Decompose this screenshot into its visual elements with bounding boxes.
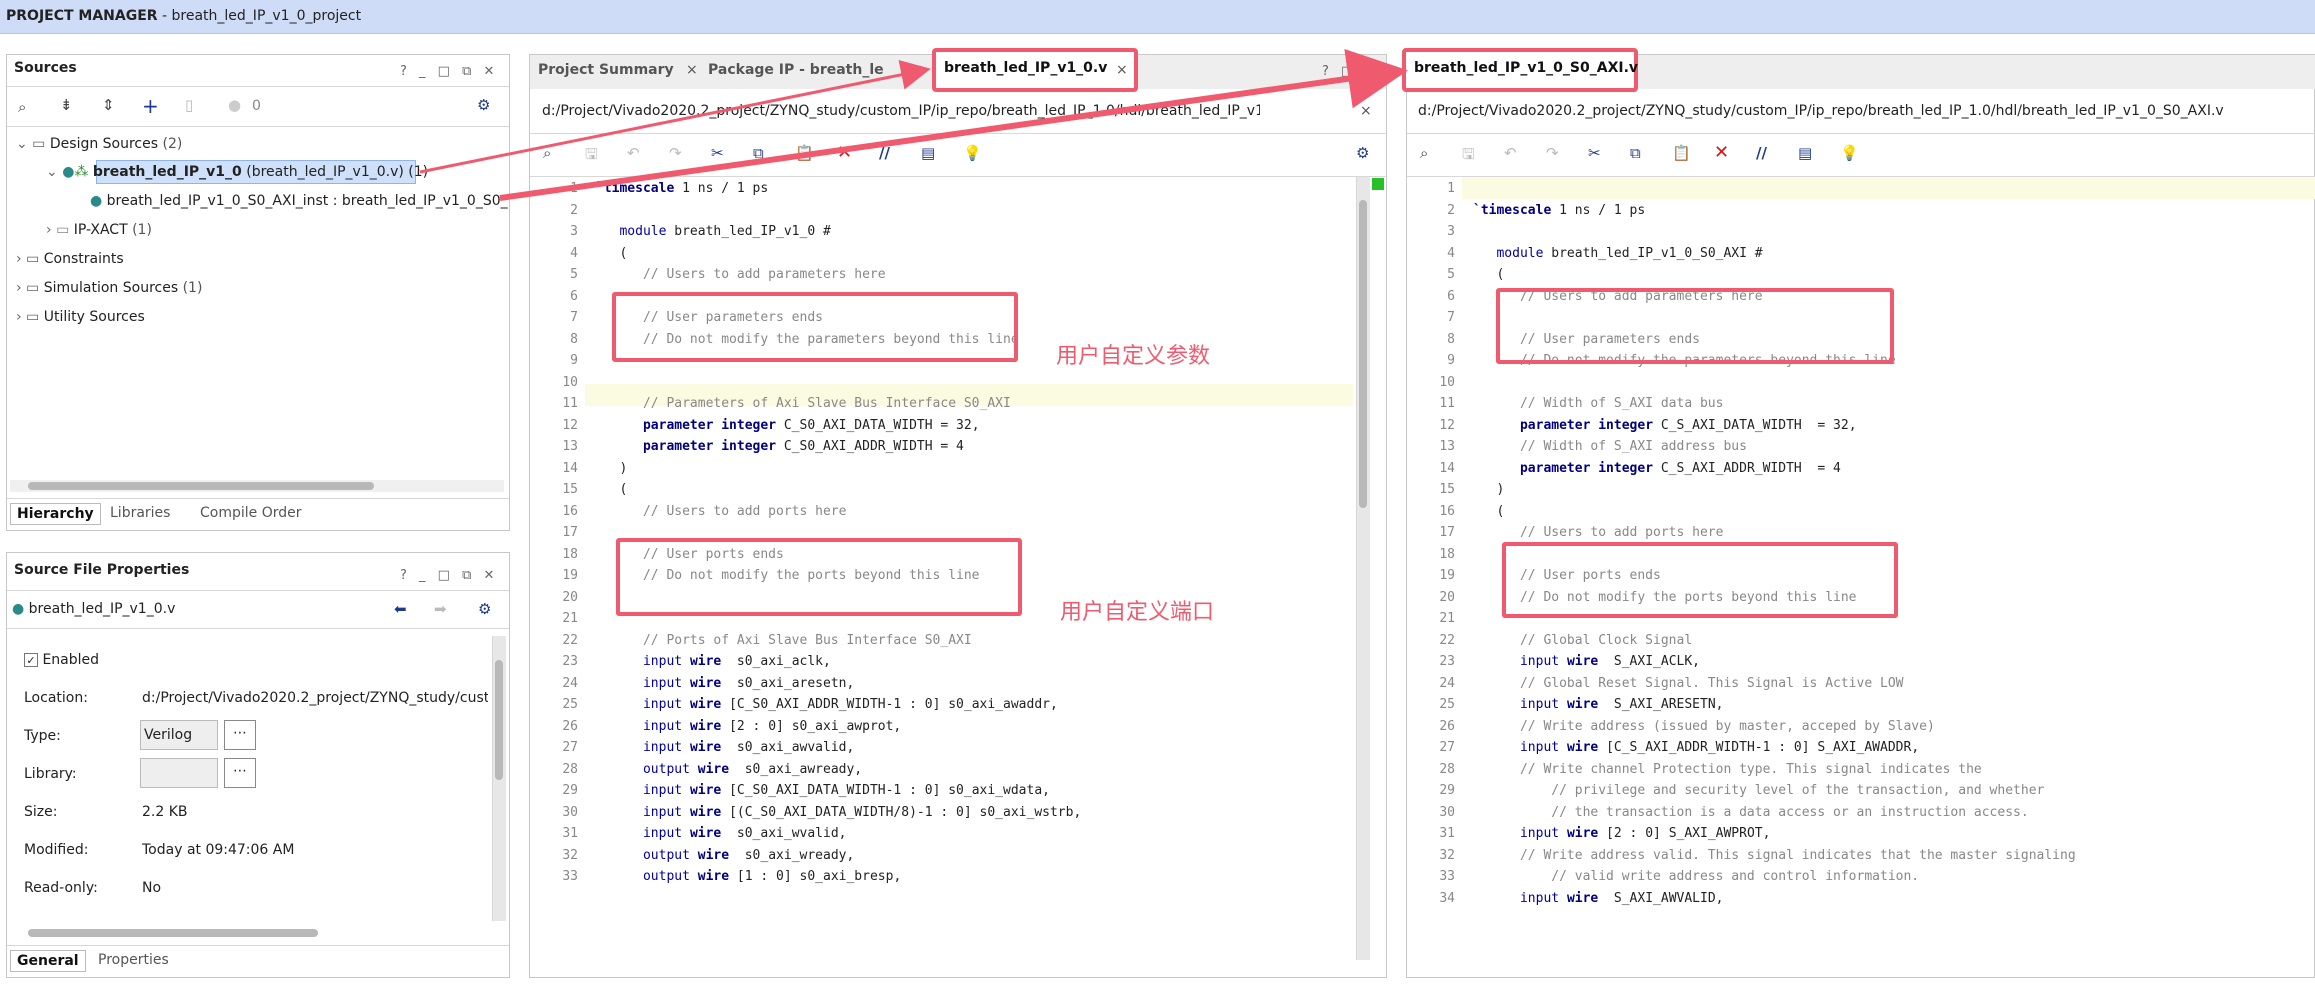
annotation-arrows	[419, 48, 1408, 201]
arrow-to-axi-tab	[499, 48, 1408, 201]
arrow-to-top-tab	[419, 60, 931, 174]
